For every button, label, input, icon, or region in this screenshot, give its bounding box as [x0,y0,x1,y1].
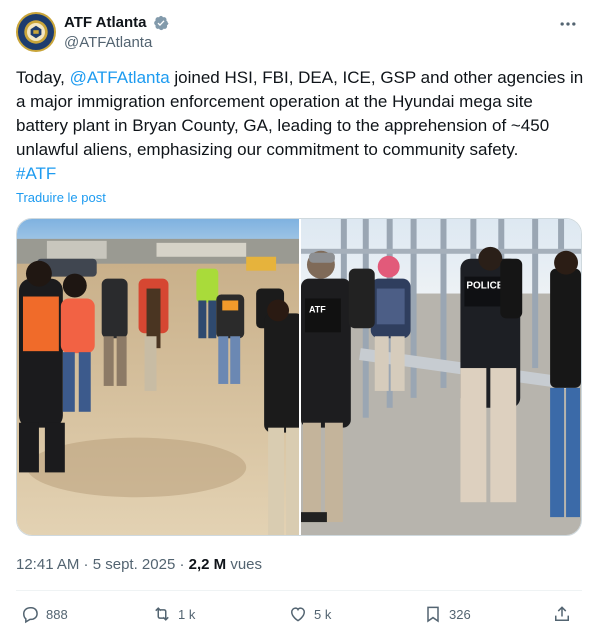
repost-count: 1 k [178,606,196,622]
tweet-text: Today, @ATFAtlanta joined HSI, FBI, DEA,… [16,66,584,186]
photo-detainees-walking[interactable] [17,219,299,535]
repost-icon [155,607,169,621]
media-gallery: ATF POLICE [16,218,582,536]
tweet-header: ATF Atlanta @ATFAtlanta [16,12,582,56]
tweet-meta: 12:41 AM · 5 sept. 2025 · 2,2 M vues [16,556,262,573]
author-display-name[interactable]: ATF Atlanta [64,13,147,33]
more-options-button[interactable] [558,14,582,34]
mention-link[interactable]: @ATFAtlanta [70,68,170,87]
views-label: vues [226,556,263,573]
share-icon [555,606,569,621]
bookmark-count: 326 [449,606,471,622]
divider [16,590,582,591]
vest-police-label: POLICE [466,281,503,292]
avatar[interactable] [16,12,56,52]
heart-icon [290,607,306,622]
tweet-date[interactable]: 5 sept. 2025 [93,556,176,573]
like-button[interactable]: 5 k [288,604,331,624]
meta-separator: · [79,556,93,573]
bookmark-button[interactable]: 326 [423,604,471,624]
author-names: ATF Atlanta @ATFAtlanta [64,13,169,53]
tweet-text-before: Today, [16,68,70,87]
views-count: 2,2 M [188,556,227,573]
repost-button[interactable]: 1 k [152,604,195,624]
photo-right-image: ATF POLICE [301,219,581,535]
reply-icon [22,607,38,624]
author-handle[interactable]: @ATFAtlanta [64,33,169,53]
reply-button[interactable]: 888 [20,604,68,624]
bookmark-icon [427,606,439,623]
vest-atf-label: ATF [309,304,326,314]
photo-agents-detainees[interactable]: ATF POLICE [301,219,581,535]
verified-badge-icon [154,15,169,31]
more-dots-icon [560,22,576,26]
share-button[interactable] [552,604,578,624]
meta-separator-2: · [175,556,189,573]
action-bar: 888 1 k 5 k 326 [16,600,582,632]
tweet-time[interactable]: 12:41 AM [16,556,79,573]
translate-post-link[interactable]: Traduire le post [16,190,106,205]
reply-count: 888 [46,606,68,622]
like-count: 5 k [314,606,332,622]
photo-left-image [17,219,299,535]
atf-seal-icon [19,15,53,49]
hashtag-link[interactable]: #ATF [16,164,56,183]
